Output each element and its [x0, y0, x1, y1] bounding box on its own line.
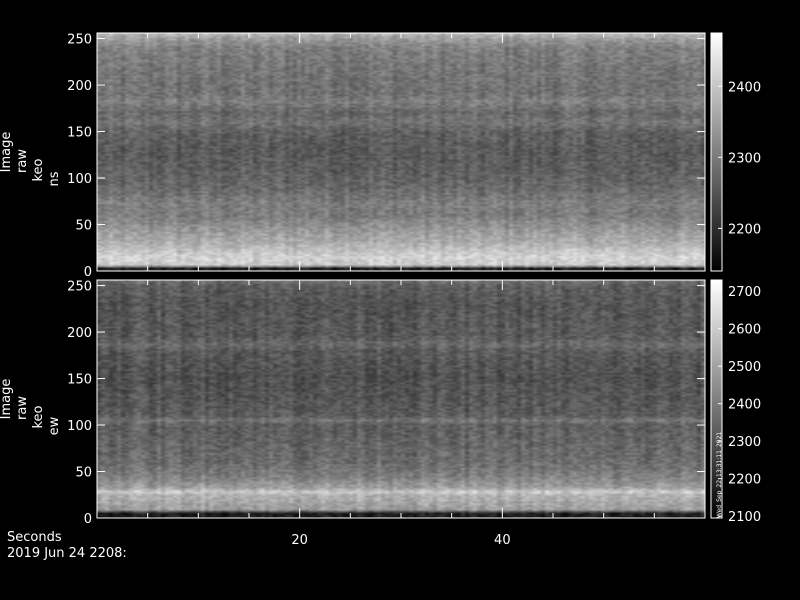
y-label-line: raw	[15, 396, 30, 420]
y-tick-label: 150	[67, 126, 92, 141]
keogram-image	[97, 33, 705, 271]
y-tick-label: 250	[67, 33, 92, 48]
y-tick-label: 0	[84, 265, 92, 280]
colorbar-tick-label: 2400	[728, 398, 761, 413]
x-tick-label: 40	[494, 533, 511, 548]
panel-ns: 0 50 100 150 200 250 Image raw keo ns 2200 2300 2400	[0, 32, 761, 280]
y-label-line: keo	[31, 158, 46, 181]
y-label-line: raw	[15, 149, 30, 173]
panel-ew: 0 50 100 150 200 250 20 40 Image raw keo ew 2100 2200…	[0, 279, 761, 548]
x-axis-label: Seconds	[7, 530, 62, 545]
y-label-line: keo	[31, 405, 46, 428]
y-tick-label: 150	[67, 373, 92, 388]
y-tick-label: 200	[67, 326, 92, 341]
y-label-line: Image	[0, 379, 14, 420]
y-label-line: ns	[47, 171, 62, 186]
y-tick-label: 100	[67, 419, 92, 434]
y-axis-label: Image raw keo ns	[0, 132, 62, 187]
y-tick-label: 50	[75, 219, 92, 234]
colorbar-tick-label: 2700	[728, 285, 761, 300]
colorbar-tick-label: 2400	[728, 80, 761, 95]
colorbar-tick-label: 2600	[728, 323, 761, 338]
colorbar-tick-label: 2500	[728, 360, 761, 375]
colorbar	[710, 32, 723, 272]
colorbar-tick-label: 2200	[728, 222, 761, 237]
x-tick-label: 20	[291, 533, 308, 548]
y-tick-label: 250	[67, 280, 92, 295]
colorbar-tick-label: 2300	[728, 435, 761, 450]
keogram-figure: 050100150200250Image raw keo ns220023002400…	[0, 32, 761, 548]
colorbar-tick-label: 2200	[728, 473, 761, 488]
y-tick-label: 50	[75, 466, 92, 481]
y-axis-label: Image raw keo ew	[0, 379, 62, 436]
date-label: 2019 Jun 24 2208:	[7, 546, 127, 561]
y-label-line: Image	[0, 132, 14, 173]
colorbar-tick-label: 2300	[728, 151, 761, 166]
y-tick-label: 200	[67, 79, 92, 94]
y-tick-label: 0	[84, 512, 92, 527]
y-label-line: ew	[47, 416, 62, 435]
keogram-image	[97, 280, 705, 518]
y-tick-label: 100	[67, 172, 92, 187]
colorbar-timestamp: Wed_Sep_22_13:31:11_2021	[716, 432, 723, 518]
colorbar-tick-label: 2100	[728, 510, 761, 525]
